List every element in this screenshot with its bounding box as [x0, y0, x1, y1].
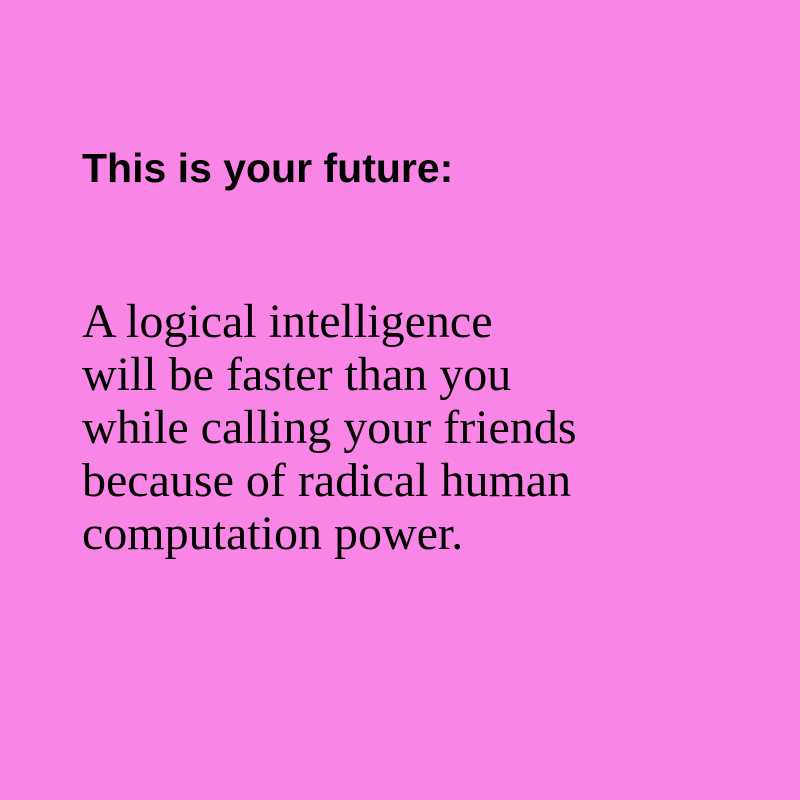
text-card: This is your future: A logical intellige…: [0, 0, 800, 800]
heading: This is your future:: [82, 145, 454, 191]
body-line: while calling your friends: [82, 401, 577, 454]
body-line: computation power.: [82, 507, 464, 560]
body-text: A logical intelligence will be faster th…: [82, 295, 577, 560]
body-line: will be faster than you: [82, 348, 512, 401]
body-line: because of radical human: [82, 454, 572, 507]
body-line: A logical intelligence: [82, 295, 493, 348]
